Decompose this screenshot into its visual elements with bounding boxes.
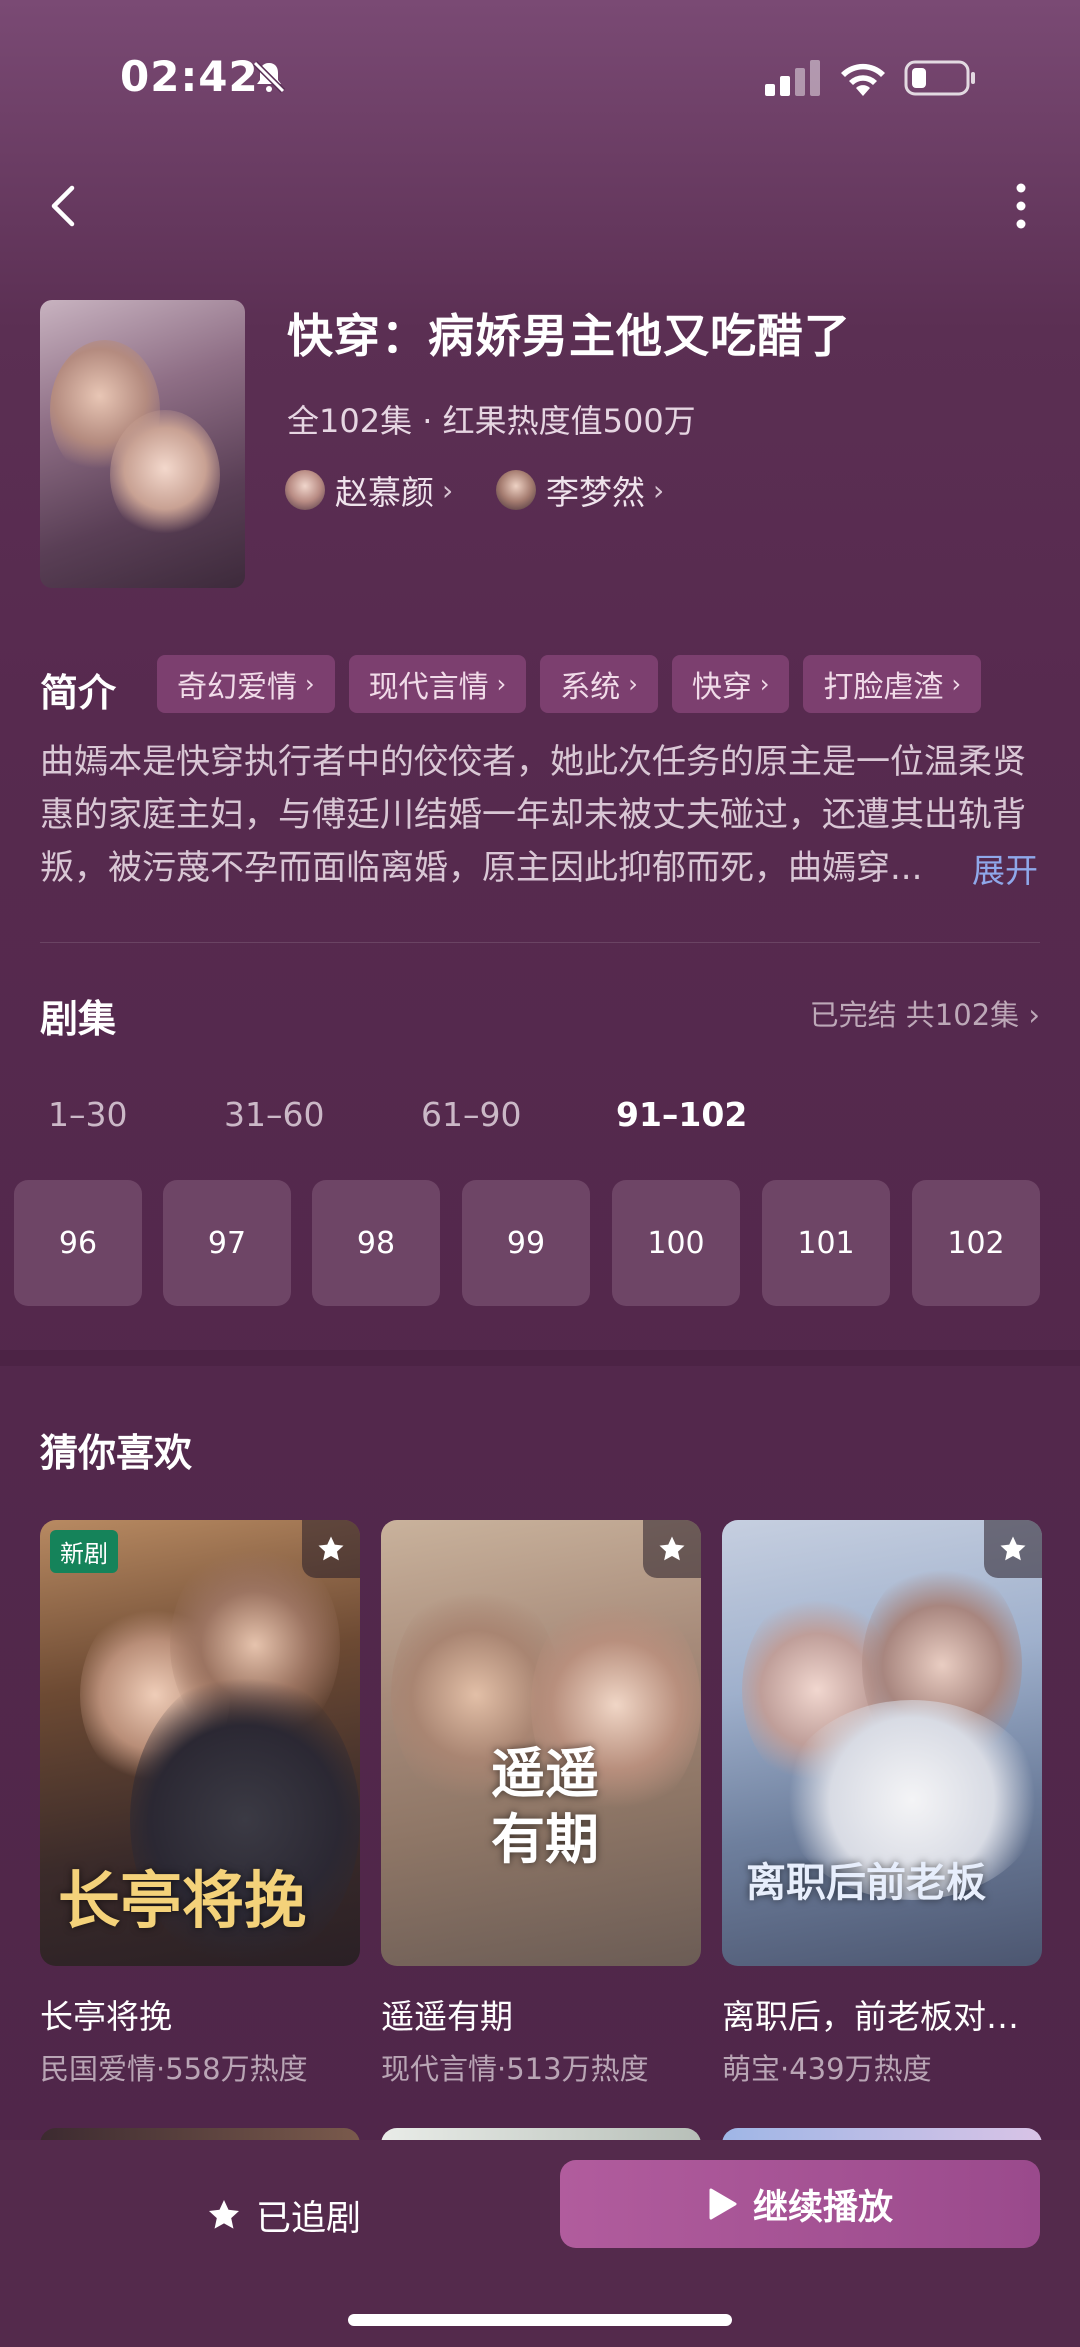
poster-title-art: 遥遥有期 <box>491 1741 599 1871</box>
episodes-status: 已完结 共102集 <box>809 998 1020 1032</box>
actor-name: 赵慕颜 <box>335 473 434 512</box>
section-separator <box>0 1350 1080 1366</box>
tag-label: 奇幻爱情 <box>177 670 297 705</box>
status-time: 02:42 <box>120 52 259 101</box>
episode-range-tab[interactable]: 31–60 <box>224 1095 324 1134</box>
drama-meta: 全102集 · 红果热度值500万 <box>287 402 696 440</box>
follow-label: 已追剧 <box>256 2198 362 2239</box>
episode-range-tab[interactable]: 61–90 <box>421 1095 521 1134</box>
recommend-card-subtitle: 民国爱情·558万热度 <box>40 2052 308 2086</box>
episode-button[interactable]: 101 <box>762 1180 890 1306</box>
drama-title: 快穿：病娇男主他又吃醋了 <box>287 309 851 363</box>
episodes-heading: 剧集 <box>40 997 117 1041</box>
chevron-right-icon: › <box>442 473 454 507</box>
episode-range-tab-active[interactable]: 91–102 <box>616 1095 747 1134</box>
episode-button[interactable]: 96 <box>14 1180 142 1306</box>
genre-tag[interactable]: 快穿 › <box>671 655 790 713</box>
genre-tag[interactable]: 奇幻爱情 › <box>157 655 335 713</box>
recommend-card-poster[interactable]: 离职后前老板 <box>722 1520 1042 1966</box>
episode-button[interactable]: 102 <box>912 1180 1040 1306</box>
play-label: 继续播放 <box>752 2187 893 2228</box>
back-arrow-icon[interactable] <box>44 178 84 234</box>
wifi-icon <box>841 63 885 96</box>
chevron-right-icon: › <box>305 670 315 698</box>
drama-poster <box>40 300 245 588</box>
favorite-star-icon[interactable] <box>984 1520 1042 1578</box>
episode-button[interactable]: 100 <box>612 1180 740 1306</box>
episode-button[interactable]: 99 <box>462 1180 590 1306</box>
tag-list: 奇幻爱情 › 现代言情 › 系统 › 快穿 › 打脸虐渣 › <box>157 655 982 713</box>
actor-name: 李梦然 <box>546 473 645 512</box>
mute-bell-icon <box>252 60 286 94</box>
divider <box>40 942 1040 943</box>
tag-label: 打脸虐渣 <box>823 670 944 705</box>
episode-button[interactable]: 97 <box>163 1180 291 1306</box>
episodes-status-link[interactable]: 已完结 共102集 › <box>810 992 1040 1034</box>
chevron-right-icon: › <box>653 473 665 507</box>
new-badge: 新剧 <box>50 1530 118 1573</box>
play-icon <box>709 2188 737 2220</box>
chevron-right-icon: › <box>759 670 770 698</box>
poster-title-art: 离职后前老板 <box>746 1859 986 1906</box>
recommend-card-subtitle: 萌宝·439万热度 <box>722 2052 932 2086</box>
chevron-right-icon: › <box>496 670 507 698</box>
battery-icon <box>904 60 975 96</box>
actor-avatar <box>285 470 325 510</box>
chevron-right-icon: › <box>1028 998 1040 1032</box>
recommend-card-poster[interactable]: 遥遥有期 <box>381 1520 701 1966</box>
recommend-card-subtitle: 现代言情·513万热度 <box>381 2052 649 2086</box>
home-indicator[interactable] <box>348 2314 732 2326</box>
tag-label: 快穿 <box>691 670 752 705</box>
chevron-right-icon: › <box>628 670 638 698</box>
expand-button[interactable]: 展开 <box>972 844 1038 892</box>
recommend-card-title[interactable]: 遥遥有期 <box>381 1990 701 2038</box>
intro-heading: 简介 <box>40 671 117 715</box>
genre-tag[interactable]: 打脸虐渣 › <box>803 655 982 713</box>
description-line: 曲嫣本是快穿执行者中的佼佼者，她此次任务的原主是一位温柔贤 <box>40 742 1026 782</box>
more-options-icon[interactable] <box>1006 178 1036 234</box>
genre-tag[interactable]: 系统 › <box>540 655 658 713</box>
recommend-card-poster[interactable]: 长亭将挽 新剧 <box>40 1520 360 1966</box>
genre-tag[interactable]: 现代言情 › <box>348 655 527 713</box>
episode-button[interactable]: 98 <box>312 1180 440 1306</box>
intro-description: 曲嫣本是快穿执行者中的佼佼者，她此次任务的原主是一位温柔贤 惠的家庭主妇，与傅廷… <box>40 736 1040 895</box>
episode-range-tab[interactable]: 1–30 <box>48 1095 128 1134</box>
star-icon <box>209 2200 239 2229</box>
actor-avatar <box>496 470 536 510</box>
tag-label: 系统 <box>560 670 621 705</box>
follow-button[interactable]: 已追剧 <box>206 2180 361 2250</box>
favorite-star-icon[interactable] <box>302 1520 360 1578</box>
chevron-right-icon: › <box>951 670 962 698</box>
recommend-card-title[interactable]: 离职后，前老板对… <box>722 1990 1042 2038</box>
recommend-card-title[interactable]: 长亭将挽 <box>40 1990 360 2038</box>
favorite-star-icon[interactable] <box>643 1520 701 1578</box>
description-line: 叛，被污蔑不孕而面临离婚，原主因此抑郁而死，曲嫣穿... <box>40 848 923 888</box>
tag-label: 现代言情 <box>368 670 489 705</box>
recommend-heading: 猜你喜欢 <box>40 1431 193 1475</box>
actor-link[interactable]: 赵慕颜 › <box>285 468 453 512</box>
description-line: 惠的家庭主妇，与傅廷川结婚一年却未被丈夫碰过，还遭其出轨背 <box>40 795 1026 835</box>
continue-play-button[interactable]: 继续播放 <box>560 2160 1040 2248</box>
actor-link[interactable]: 李梦然 › <box>496 468 664 512</box>
poster-title-art: 长亭将挽 <box>58 1864 307 1937</box>
signal-icon <box>765 60 820 96</box>
